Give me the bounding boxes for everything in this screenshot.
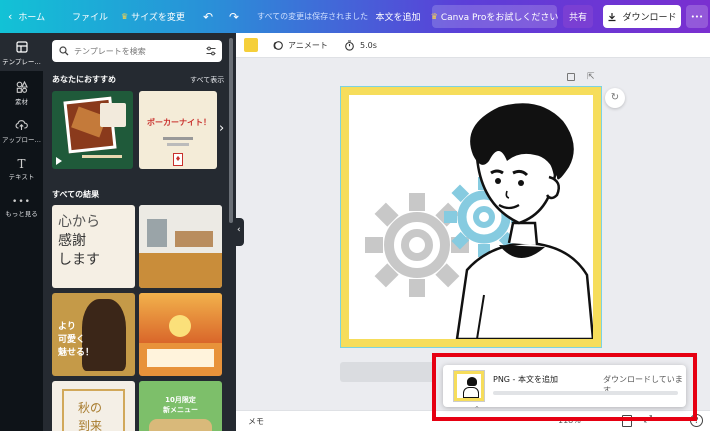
save-status: すべての変更は保存されました <box>257 12 369 21</box>
home-label: ホーム <box>18 13 46 23</box>
rail-label-elements: 素材 <box>15 98 28 106</box>
tile-text-line1: 心から <box>58 214 100 230</box>
tile-text-line1: 秋の <box>78 401 103 415</box>
duration-label: 5.0s <box>360 40 377 50</box>
rail-item-templates[interactable]: テンプレー… <box>0 33 43 71</box>
duration-button[interactable]: 5.0s <box>344 33 377 57</box>
tile-photo <box>82 299 126 371</box>
template-search-box[interactable] <box>52 40 222 62</box>
resize-label: サイズを変更 <box>131 13 185 23</box>
more-options-button[interactable]: ••• <box>686 5 708 28</box>
canvas-content <box>349 95 593 339</box>
tile-banner <box>147 349 214 367</box>
tile-banner <box>139 253 222 288</box>
color-swatch[interactable] <box>244 38 258 52</box>
template-tile-recommended-2[interactable]: ポーカーナイト！ ♦ <box>139 91 217 169</box>
templates-panel: あなたにおすすめ すべて表示 ポーカーナイト！ ♦ › すべての結果 心から 感… <box>43 33 236 431</box>
show-all-link[interactable]: すべて表示 <box>190 75 224 85</box>
left-rail: テンプレー… 素材 アップロー… T テキスト ••• もっと見る <box>0 33 43 431</box>
chevron-left-icon: ‹ <box>8 10 13 23</box>
template-tile-3[interactable]: 心から 感謝 します <box>52 205 135 288</box>
rail-label-uploads: アップロー… <box>2 136 41 144</box>
rail-item-uploads[interactable]: アップロー… <box>0 119 43 144</box>
chevron-right-icon[interactable]: › <box>219 121 224 136</box>
all-results-heading: すべての結果 <box>52 190 100 199</box>
tile-text-line2: 新メニュー <box>163 406 198 414</box>
rail-label-text: テキスト <box>8 173 35 181</box>
crown-icon: ♛ <box>430 12 438 21</box>
resize-button[interactable]: ♛ サイズを変更 <box>121 0 185 33</box>
rail-item-text[interactable]: T テキスト <box>0 157 43 181</box>
refresh-icon[interactable]: ↻ <box>605 88 625 108</box>
download-icon <box>608 12 616 21</box>
notes-button[interactable]: メモ <box>248 416 264 427</box>
download-label: ダウンロード <box>622 13 677 23</box>
tile-heading: ポーカーナイト！ <box>147 118 211 127</box>
tile-text-line1: より <box>58 322 76 332</box>
tile-text-line3: します <box>58 252 100 268</box>
crown-icon: ♛ <box>121 12 129 21</box>
canva-pro-button[interactable]: ♛ Canva Proをお試しください <box>430 5 559 28</box>
tile-text-line1: 10月限定 <box>165 396 196 404</box>
tile-photo <box>149 419 212 431</box>
template-tile-8[interactable]: 10月限定 新メニュー <box>139 381 222 431</box>
home-link[interactable]: ‹ ホーム <box>8 0 45 33</box>
undo-icon[interactable]: ↶ <box>203 0 213 33</box>
add-body-text-button[interactable]: 本文を追加 <box>373 5 423 28</box>
template-tile-recommended-1[interactable] <box>52 91 133 169</box>
template-search-input[interactable] <box>74 43 199 59</box>
template-tile-7[interactable]: 秋の 到来 <box>52 381 135 431</box>
tile-decoration <box>100 103 126 127</box>
file-menu[interactable]: ファイル <box>72 0 108 33</box>
animate-icon <box>273 40 283 50</box>
animate-label: アニメート <box>288 40 328 50</box>
duplicate-page-icon[interactable] <box>567 73 575 81</box>
elements-icon <box>16 81 28 93</box>
download-button[interactable]: ダウンロード <box>603 5 681 28</box>
more-dots-icon: ••• <box>12 197 31 207</box>
tile-decoration <box>167 143 189 146</box>
tile-text-line2: 可愛く <box>58 335 86 345</box>
rail-label-templates: テンプレー… <box>2 58 41 66</box>
add-page-icon[interactable]: ⇱ <box>587 72 595 82</box>
chevron-left-icon: ‹ <box>237 225 241 235</box>
video-play-icon <box>56 157 62 165</box>
rail-item-more[interactable]: ••• もっと見る <box>0 197 43 218</box>
animate-button[interactable]: アニメート <box>272 33 328 57</box>
tile-photo-detail <box>169 315 191 337</box>
tile-photo-detail <box>147 219 167 247</box>
panel-collapse-tab[interactable]: ‹ <box>236 218 244 246</box>
share-button[interactable]: 共有 <box>563 5 593 28</box>
cloud-upload-icon <box>15 120 28 130</box>
stopwatch-icon <box>345 39 354 51</box>
templates-icon <box>15 41 28 53</box>
rail-label-more: もっと見る <box>5 210 38 218</box>
canva-pro-label: Canva Proをお試しください <box>440 13 559 23</box>
template-tile-4[interactable] <box>139 205 222 288</box>
playing-card-icon: ♦ <box>173 153 183 166</box>
tile-caption-decoration <box>82 155 122 158</box>
editor-toolbar: アニメート 5.0s <box>236 33 710 58</box>
gears-and-person-illustration <box>365 103 593 339</box>
tile-decoration <box>163 137 193 140</box>
add-page-bar[interactable] <box>340 362 435 382</box>
tile-text-line2: 到来 <box>78 419 103 431</box>
tile-text-line2: 感謝 <box>58 233 86 249</box>
redo-icon[interactable]: ↷ <box>229 0 239 33</box>
template-tile-5[interactable]: より 可愛く 魅せる！ <box>52 293 135 376</box>
filter-icon[interactable] <box>206 46 216 56</box>
panel-scrollbar[interactable] <box>229 38 233 223</box>
search-icon <box>59 46 69 56</box>
template-tile-6[interactable] <box>139 293 222 376</box>
rail-item-elements[interactable]: 素材 <box>0 81 43 106</box>
tile-photo-detail <box>175 231 213 247</box>
top-bar: ‹ ホーム ファイル ♛ サイズを変更 ↶ ↷ すべての変更は保存されました 本… <box>0 0 710 33</box>
design-canvas[interactable] <box>340 86 602 348</box>
text-icon: T <box>17 157 26 171</box>
recommended-heading: あなたにおすすめ <box>52 75 116 84</box>
tile-text-line3: 魅せる！ <box>58 348 95 358</box>
highlight-annotation <box>432 353 697 421</box>
